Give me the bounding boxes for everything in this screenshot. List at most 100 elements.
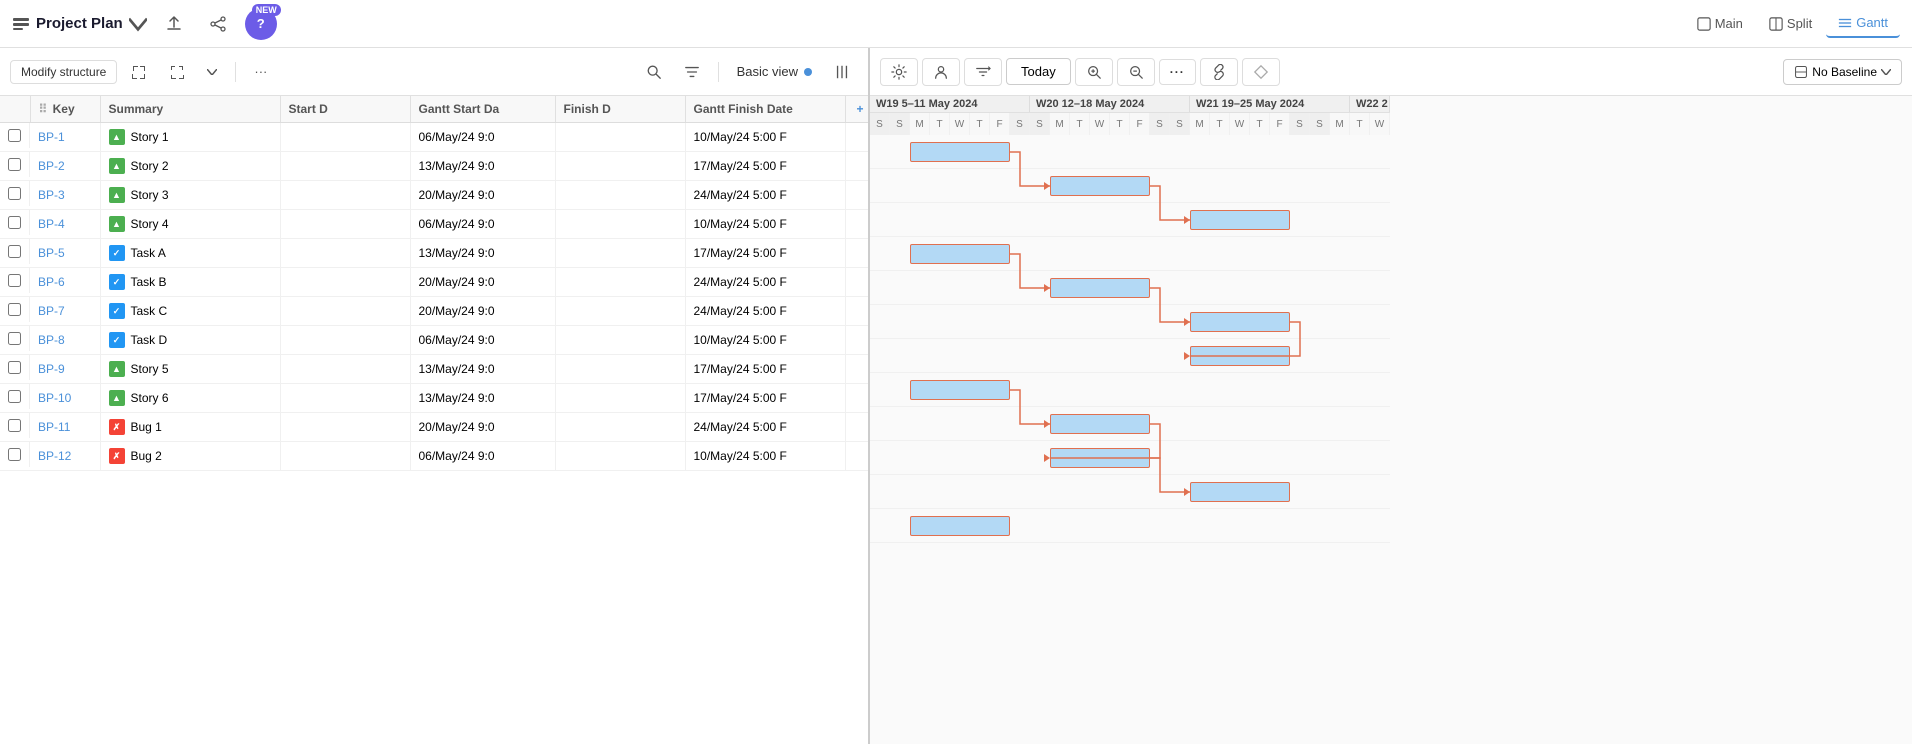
- add-col: [845, 239, 868, 268]
- gantt-bar[interactable]: [1190, 482, 1290, 502]
- gantt-bar[interactable]: [1190, 312, 1290, 332]
- issue-key-link[interactable]: BP-6: [38, 275, 65, 289]
- row-checkbox[interactable]: [8, 361, 21, 374]
- filter-button[interactable]: [676, 60, 708, 84]
- row-checkbox[interactable]: [8, 245, 21, 258]
- gantt-finish: 17/May/24 5:00 F: [685, 384, 845, 413]
- table-body: BP-1▲Story 106/May/24 9:010/May/24 5:00 …: [0, 123, 868, 471]
- today-button[interactable]: Today: [1006, 58, 1071, 85]
- col-header-summary[interactable]: Summary: [100, 96, 280, 123]
- tab-main[interactable]: Main: [1685, 10, 1755, 37]
- row-checkbox[interactable]: [8, 419, 21, 432]
- row-checkbox[interactable]: [8, 332, 21, 345]
- issue-finish: [555, 152, 685, 181]
- tab-split[interactable]: Split: [1757, 10, 1824, 37]
- issue-start: [280, 123, 410, 152]
- gantt-start: 06/May/24 9:0: [410, 442, 555, 471]
- gantt-bar[interactable]: [1050, 278, 1150, 298]
- collapse-all-button[interactable]: [161, 60, 193, 84]
- people-icon: [933, 64, 949, 80]
- gantt-start: 06/May/24 9:0: [410, 210, 555, 239]
- gantt-diamond-button[interactable]: [1242, 58, 1280, 86]
- issue-summary: Story 4: [131, 217, 169, 231]
- project-title[interactable]: Project Plan: [12, 15, 147, 33]
- row-checkbox[interactable]: [8, 274, 21, 287]
- issue-type-icon: ▲: [109, 129, 125, 145]
- gantt-bar[interactable]: [1050, 414, 1150, 434]
- col-header-gantt-start[interactable]: Gantt Start Da: [410, 96, 555, 123]
- issue-key-link[interactable]: BP-11: [38, 420, 70, 434]
- issue-key-link[interactable]: BP-2: [38, 159, 65, 173]
- share-link-button[interactable]: [201, 11, 235, 37]
- sort-icon: [975, 64, 991, 80]
- issue-key-link[interactable]: BP-8: [38, 333, 65, 347]
- row-checkbox[interactable]: [8, 158, 21, 171]
- table-row: BP-7✓Task C20/May/24 9:024/May/24 5:00 F: [0, 297, 868, 326]
- zoom-out-button[interactable]: [1117, 58, 1155, 86]
- help-button[interactable]: ? NEW: [245, 8, 277, 40]
- gantt-bar[interactable]: [1190, 346, 1290, 366]
- gantt-bar[interactable]: [910, 380, 1010, 400]
- issue-key-link[interactable]: BP-7: [38, 304, 65, 318]
- col-header-add[interactable]: +: [845, 96, 868, 123]
- day-header-cell: S: [1170, 113, 1190, 135]
- gantt-bar[interactable]: [910, 516, 1010, 536]
- gantt-filter2-button[interactable]: [964, 58, 1002, 86]
- more-options-button[interactable]: ···: [246, 60, 275, 83]
- zoom-in-button[interactable]: [1075, 58, 1113, 86]
- gantt-bar[interactable]: [1050, 176, 1150, 196]
- issue-key-link[interactable]: BP-9: [38, 362, 65, 376]
- expand-all-button[interactable]: [123, 60, 155, 84]
- share-button[interactable]: [157, 11, 191, 37]
- row-checkbox[interactable]: [8, 390, 21, 403]
- col-header-gantt-finish[interactable]: Gantt Finish Date: [685, 96, 845, 123]
- issues-table: ⠿ Key Summary Start D Gantt Start Da Fin…: [0, 96, 868, 471]
- issue-summary: Task D: [131, 333, 168, 347]
- dropdown-button[interactable]: [199, 65, 225, 79]
- row-checkbox[interactable]: [8, 216, 21, 229]
- baseline-button[interactable]: No Baseline: [1783, 59, 1902, 85]
- basic-view-button[interactable]: Basic view: [729, 60, 820, 83]
- row-handle-icon: ⠿: [39, 102, 48, 116]
- issue-key-link[interactable]: BP-10: [38, 391, 71, 405]
- day-header-cell: S: [1290, 113, 1310, 135]
- issue-start: [280, 239, 410, 268]
- week-label: W19 5–11 May 2024: [870, 96, 1030, 112]
- tab-gantt[interactable]: Gantt: [1826, 9, 1900, 38]
- col-header-key[interactable]: ⠿ Key: [30, 96, 100, 123]
- modify-structure-button[interactable]: Modify structure: [10, 60, 117, 84]
- add-col: [845, 181, 868, 210]
- gantt-start: 13/May/24 9:0: [410, 239, 555, 268]
- toolbar-separator-2: [718, 62, 719, 82]
- add-col: [845, 268, 868, 297]
- gantt-chart[interactable]: W19 5–11 May 2024W20 12–18 May 2024W21 1…: [870, 96, 1912, 744]
- gantt-bar[interactable]: [910, 142, 1010, 162]
- issue-key-link[interactable]: BP-5: [38, 246, 65, 260]
- issue-summary: Bug 2: [131, 449, 162, 463]
- issue-key-link[interactable]: BP-3: [38, 188, 65, 202]
- issue-finish: [555, 297, 685, 326]
- row-checkbox[interactable]: [8, 448, 21, 461]
- gantt-link-button[interactable]: [1200, 58, 1238, 86]
- gantt-people-button[interactable]: [922, 58, 960, 86]
- row-checkbox[interactable]: [8, 187, 21, 200]
- add-col: [845, 123, 868, 152]
- gantt-bar[interactable]: [910, 244, 1010, 264]
- issue-key-link[interactable]: BP-4: [38, 217, 65, 231]
- row-checkbox[interactable]: [8, 129, 21, 142]
- gantt-bar[interactable]: [1190, 210, 1290, 230]
- gantt-bar[interactable]: [1050, 448, 1150, 468]
- gantt-more-button[interactable]: ···: [1159, 59, 1196, 85]
- day-header-cell: W: [1370, 113, 1390, 135]
- gantt-finish: 17/May/24 5:00 F: [685, 239, 845, 268]
- columns-button[interactable]: [826, 60, 858, 84]
- gantt-settings-button[interactable]: [880, 58, 918, 86]
- issue-key-link[interactable]: BP-12: [38, 449, 71, 463]
- col-header-finish[interactable]: Finish D: [555, 96, 685, 123]
- search-button[interactable]: [638, 60, 670, 84]
- col-header-check: [0, 96, 30, 123]
- col-header-start[interactable]: Start D: [280, 96, 410, 123]
- issue-key-link[interactable]: BP-1: [38, 130, 65, 144]
- new-badge: NEW: [252, 4, 281, 16]
- row-checkbox[interactable]: [8, 303, 21, 316]
